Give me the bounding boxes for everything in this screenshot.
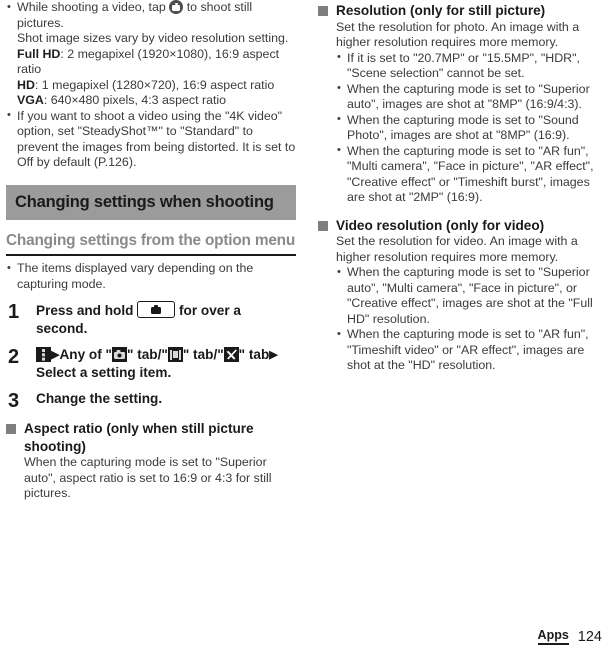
list-item: If it is set to "20.7MP" or "15.5MP", "H… — [336, 50, 608, 82]
step-number: 3 — [8, 390, 20, 412]
options-menu-icon — [36, 347, 51, 362]
step-1: 1 Press and hold for over a second. — [6, 301, 296, 337]
step-text-tab-sep2: " tab/ — [182, 347, 218, 362]
list-item: When the capturing mode is set to "AR fu… — [336, 143, 608, 206]
resolution-heading-text: Resolution (only for still picture) — [336, 3, 546, 18]
square-bullet-icon — [318, 220, 328, 231]
step-text-any-of: Any of " — [59, 347, 112, 362]
spec-line-hd: HD: 1 megapixel (1280×720), 16:9 aspect … — [17, 78, 296, 94]
step-text-tab-sep: " tab/" — [126, 347, 168, 362]
resolution-block: Resolution (only for still picture) Set … — [318, 2, 608, 206]
aspect-ratio-block: Aspect ratio (only when still picture sh… — [6, 420, 296, 502]
video-resolution-bullet-list: When the capturing mode is set to "Super… — [336, 265, 608, 374]
video-resolution-block: Video resolution (only for video) Set th… — [318, 217, 608, 374]
video-resolution-heading: Video resolution (only for video) — [318, 217, 608, 235]
spec-value: : 1 megapixel (1280×720), 16:9 aspect ra… — [34, 77, 275, 92]
camera-tab-icon — [111, 347, 127, 362]
resolution-bullet-list: If it is set to "20.7MP" or "15.5MP", "H… — [336, 50, 608, 206]
list-item: When the capturing mode is set to "AR fu… — [336, 327, 608, 374]
page-number: 124 — [577, 629, 602, 645]
list-item: While shooting a video, tap to shoot sti… — [6, 0, 296, 109]
list-item: The items displayed vary depending on th… — [6, 261, 296, 292]
arrow-right-icon-2: ▶ — [269, 349, 278, 361]
spec-label: Full HD — [17, 46, 61, 61]
video-tab-icon — [167, 347, 183, 362]
footer-section-tab: Apps — [537, 628, 569, 645]
divider — [6, 254, 296, 256]
note-bullet-list: The items displayed vary depending on th… — [6, 261, 296, 292]
spec-value: : 640×480 pixels, 4:3 aspect ratio — [43, 93, 227, 107]
list-item: When the capturing mode is set to "Sound… — [336, 112, 608, 144]
bullet-second-line: Shot image sizes vary by video resolutio… — [17, 31, 289, 45]
camera-key-icon — [137, 301, 176, 318]
aspect-ratio-heading: Aspect ratio (only when still picture sh… — [6, 420, 296, 455]
aspect-ratio-body: When the capturing mode is set to "Super… — [24, 455, 272, 500]
sub-heading: Changing settings from the option menu — [6, 231, 296, 249]
tools-tab-icon — [223, 347, 239, 362]
step-text-tab-end: " tab — [238, 347, 270, 362]
manual-page: While shooting a video, tap to shoot sti… — [0, 0, 608, 650]
video-resolution-body: Set the resolution for video. An image w… — [318, 234, 608, 374]
resolution-body: Set the resolution for photo. An image w… — [318, 20, 608, 206]
video-resolution-heading-text: Video resolution (only for video) — [336, 217, 545, 233]
list-item: If you want to shoot a video using the "… — [6, 108, 296, 171]
section-banner: Changing settings when shooting — [6, 184, 296, 220]
step-number: 2 — [8, 346, 20, 368]
spec-line-vga: VGA: 640×480 pixels, 4:3 aspect ratio — [17, 93, 296, 109]
bullet-lead-text: While shooting a video, tap — [17, 0, 166, 14]
spec-label: VGA — [17, 93, 44, 107]
step-text: ▶Any of " " tab/" " tab/" " tab▶Select a… — [36, 346, 296, 381]
step-2: 2 ▶Any of " " tab/" " tab/" " tab▶Select… — [6, 346, 296, 381]
video-resolution-body-text: Set the resolution for video. An image w… — [336, 234, 578, 264]
spec-line-fullhd: Full HD: 2 megapixel (1920×1080), 16:9 a… — [17, 47, 296, 78]
resolution-heading: Resolution (only for still picture) — [318, 2, 608, 20]
step-3: 3 Change the setting. — [6, 390, 296, 412]
step-text-before: Press and hold — [36, 303, 134, 318]
list-item: When the capturing mode is set to "Super… — [336, 81, 608, 113]
page-footer: Apps 124 — [537, 628, 602, 645]
shutter-round-icon — [169, 0, 184, 14]
aspect-ratio-heading-text: Aspect ratio (only when still picture sh… — [24, 421, 254, 454]
square-bullet-icon — [6, 424, 16, 434]
list-item: When the capturing mode is set to "Super… — [336, 265, 608, 327]
step-text: Press and hold for over a second. — [36, 301, 296, 337]
right-column: Resolution (only for still picture) Set … — [318, 0, 608, 374]
step-text: Change the setting. — [36, 391, 163, 406]
step-number: 1 — [8, 301, 20, 323]
intro-bullet-list: While shooting a video, tap to shoot sti… — [6, 0, 296, 171]
step-text-select-item: Select a setting item. — [36, 364, 172, 380]
left-column: While shooting a video, tap to shoot sti… — [6, 0, 296, 502]
square-bullet-icon — [318, 6, 328, 16]
resolution-body-text: Set the resolution for photo. An image w… — [336, 19, 580, 50]
spec-label: HD — [17, 77, 35, 92]
